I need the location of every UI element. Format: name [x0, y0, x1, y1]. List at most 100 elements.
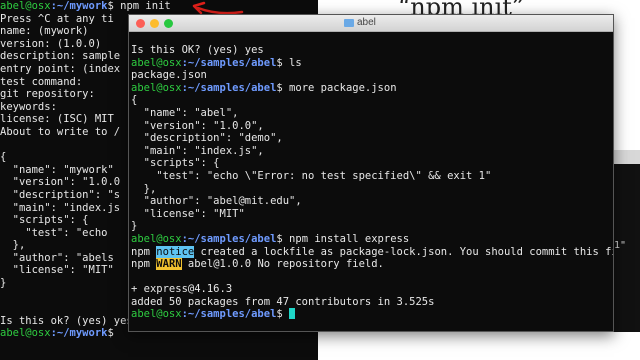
- minimize-button[interactable]: [150, 19, 159, 28]
- output-text: "main": "index.js",: [131, 144, 264, 157]
- output-text: created a lockfile as package-lock.json.…: [194, 245, 614, 258]
- prompt-user: abel@osx: [131, 81, 182, 94]
- prompt-path: :~/mywork: [50, 0, 108, 12]
- output-text: {: [0, 151, 7, 164]
- terminal-line: }: [131, 220, 613, 233]
- output-text: Is this OK? (yes) yes: [131, 44, 264, 56]
- notice-badge: notice: [156, 245, 195, 258]
- output-text: "main": "index.js: [0, 201, 121, 214]
- slide-bottom-strip: [318, 332, 640, 360]
- output-text: },: [0, 239, 26, 252]
- terminal-line: npm notice created a lockfile as package…: [131, 245, 614, 259]
- output-text: version: (1.0.0): [0, 37, 102, 50]
- terminal-line: "scripts": {: [131, 157, 613, 170]
- output-text: "scripts": {: [0, 214, 89, 227]
- output-text: }: [0, 277, 7, 290]
- output-text: "description": "demo",: [131, 132, 283, 145]
- terminal-line: "name": "abel",: [131, 106, 613, 120]
- output-text: git repository:: [0, 88, 95, 101]
- terminal-line: "description": "demo",: [131, 132, 613, 145]
- cursor: [289, 308, 296, 320]
- output-text: "version": "1.0.0: [0, 176, 121, 189]
- terminal-line: "main": "index.js",: [131, 144, 613, 158]
- output-text: Is this ok? (yes) yes: [0, 314, 133, 327]
- front-terminal-output: Is this OK? (yes) yes abel@osx:~/samples/…: [131, 44, 614, 321]
- output-text: package.json: [131, 69, 207, 82]
- terminal-line: abel@osx:~/samples/abel$: [131, 308, 613, 321]
- output-text: description: sample: [0, 50, 121, 63]
- output-text: "scripts": {: [131, 157, 220, 170]
- terminal-line: abel@osx:~/mywork$ npm init: [0, 0, 171, 13]
- terminal-line: Is this OK? (yes) yes: [131, 44, 613, 57]
- background-panel-text: 1": [614, 240, 627, 251]
- prompt-user: abel@osx: [0, 0, 51, 12]
- output-text: "name": "mywork": [0, 163, 114, 176]
- terminal-line: },: [131, 182, 613, 196]
- output-text: keywords:: [0, 100, 57, 113]
- output-text: test command:: [0, 75, 83, 88]
- background-panel-titlebar: [612, 150, 640, 164]
- output-text: name: (mywork): [0, 25, 89, 38]
- output-text: About to write to /: [0, 125, 121, 138]
- warn-badge: WARN: [156, 258, 182, 271]
- terminal-line: + express@4.16.3: [131, 283, 613, 296]
- output-text: "license": "MIT": [131, 207, 245, 220]
- terminal-line: [131, 271, 613, 284]
- command-text: more package.json: [282, 81, 397, 94]
- prompt-user: abel@osx: [131, 308, 182, 321]
- folder-icon: [344, 19, 354, 27]
- maximize-button[interactable]: [164, 19, 173, 28]
- output-text: },: [131, 182, 157, 195]
- command-text: ls: [282, 56, 302, 69]
- output-text: abel@1.0.0 No repository field.: [181, 258, 384, 271]
- output-text: {: [131, 94, 138, 107]
- output-text: license: (ISC) MIT: [0, 113, 114, 126]
- front-terminal-window[interactable]: abel Is this OK? (yes) yes abel@osx:~/sam…: [128, 14, 614, 332]
- command-text: npm init: [113, 0, 171, 12]
- terminal-line: "license": "MIT": [131, 207, 613, 221]
- terminal-line: abel@osx:~/samples/abel$ npm install exp…: [131, 232, 613, 246]
- prompt-path: :~/samples/abel: [181, 56, 277, 69]
- prompt-user: abel@osx: [0, 327, 51, 340]
- output-text: npm: [131, 258, 157, 271]
- output-text: Press ^C at any ti: [0, 12, 114, 25]
- output-text: "test": "echo: [0, 226, 108, 239]
- command-text: [114, 327, 120, 339]
- close-button[interactable]: [136, 19, 145, 28]
- terminal-line: added 50 packages from 47 contributors i…: [131, 295, 613, 309]
- output-text: entry point: (index: [0, 62, 121, 75]
- output-text: "license": "MIT": [0, 264, 114, 277]
- window-title: abel: [357, 17, 376, 28]
- output-text: "test": "echo \"Error: no test specified…: [131, 169, 492, 182]
- output-text: npm: [131, 245, 157, 258]
- output-text: }: [131, 220, 138, 233]
- prompt-user: abel@osx: [131, 232, 182, 245]
- output-text: + express@4.16.3: [131, 283, 233, 296]
- terminal-line: npm WARN abel@1.0.0 No repository field.: [131, 258, 613, 271]
- terminal-line: "test": "echo \"Error: no test specified…: [131, 169, 613, 183]
- output-text: "description": "s: [0, 188, 121, 201]
- output-text: added 50 packages from 47 contributors i…: [131, 295, 435, 308]
- prompt-user: abel@osx: [131, 56, 182, 69]
- output-text: "name": "abel",: [131, 106, 239, 119]
- prompt-path: :~/mywork: [50, 327, 108, 340]
- prompt-path: :~/samples/abel: [181, 308, 277, 321]
- background-terminal-panel: [612, 150, 640, 360]
- output-text: "version": "1.0.0",: [131, 119, 264, 132]
- prompt-path: :~/samples/abel: [181, 232, 277, 245]
- terminal-line: abel@osx:~/samples/abel$ ls: [131, 56, 613, 70]
- output-text: "author": "abel@mit.edu",: [131, 195, 302, 208]
- window-titlebar[interactable]: abel: [129, 15, 613, 32]
- terminal-line: {: [131, 94, 613, 107]
- terminal-line: "version": "1.0.0",: [131, 119, 613, 133]
- terminal-line: abel@osx:~/samples/abel$ more package.js…: [131, 81, 613, 95]
- output-text: "author": "abels: [0, 251, 114, 264]
- command-text: npm install express: [282, 232, 410, 245]
- prompt-path: :~/samples/abel: [181, 81, 277, 94]
- terminal-line: "author": "abel@mit.edu",: [131, 195, 613, 208]
- terminal-line: package.json: [131, 69, 613, 82]
